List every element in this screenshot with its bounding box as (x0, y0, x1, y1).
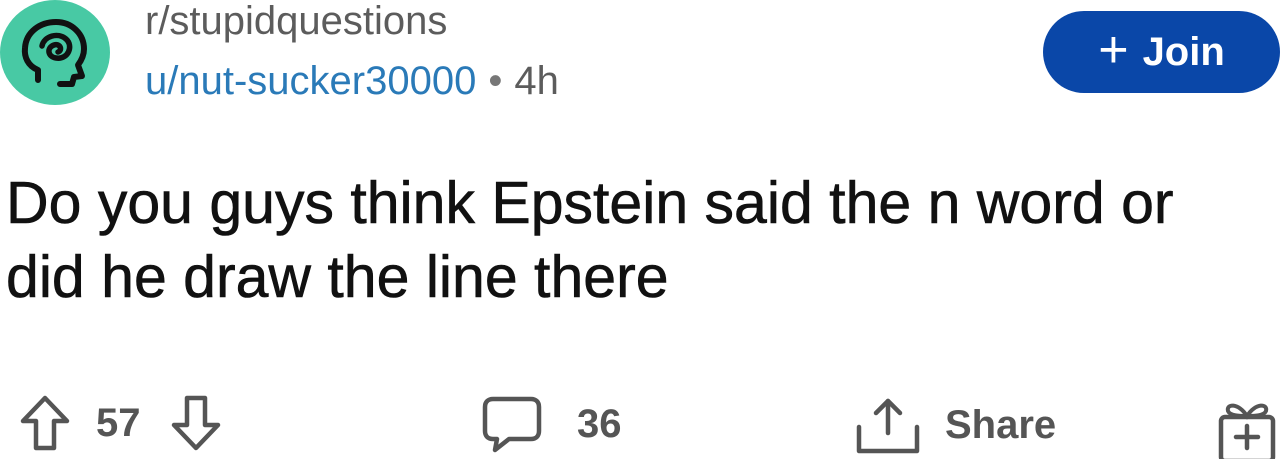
post-meta: u/nut-sucker30000 • 4h (145, 58, 559, 104)
upvote-arrow-icon[interactable] (20, 395, 70, 451)
plus-icon: + (1098, 21, 1129, 79)
share-label: Share (945, 403, 1057, 447)
gift-icon (1216, 398, 1278, 459)
share-button[interactable]: Share (853, 395, 1056, 455)
post-title[interactable]: Do you guys think Epstein said the n wor… (6, 166, 1206, 314)
comments-button[interactable]: 36 (481, 395, 622, 453)
subreddit-name[interactable]: r/stupidquestions (145, 0, 447, 44)
comment-bubble-icon (481, 395, 543, 453)
join-button[interactable]: + Join (1043, 11, 1280, 93)
meta-separator: • (488, 59, 503, 103)
author-link[interactable]: u/nut-sucker30000 (145, 59, 476, 103)
subreddit-avatar[interactable] (0, 0, 110, 105)
vote-score: 57 (96, 401, 141, 445)
post-age: 4h (514, 59, 559, 103)
subreddit-head-icon (16, 14, 94, 92)
share-icon (853, 395, 923, 455)
join-label: Join (1142, 30, 1225, 74)
downvote-arrow-icon[interactable] (171, 395, 221, 451)
vote-group: 57 (20, 395, 221, 451)
award-button[interactable] (1216, 398, 1278, 459)
comment-count: 36 (577, 402, 622, 446)
